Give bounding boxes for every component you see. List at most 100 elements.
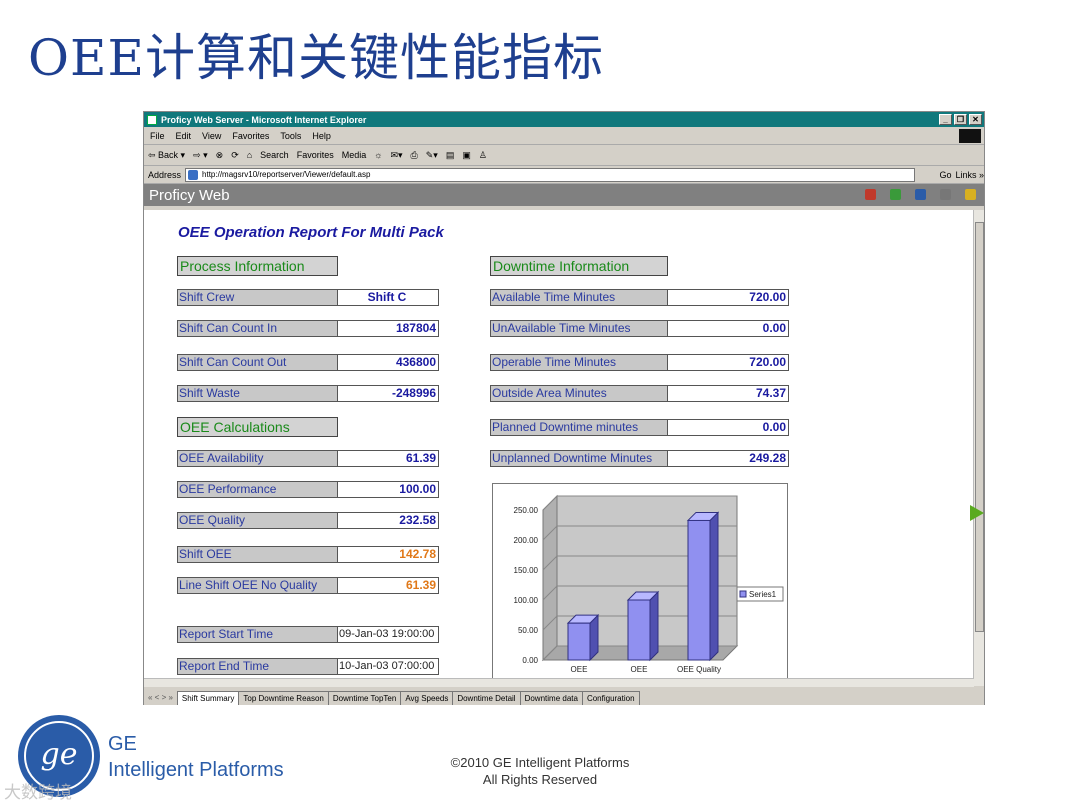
y-tick-label: 200.00 — [514, 536, 539, 545]
y-tick-label: 250.00 — [514, 506, 539, 515]
scroll-thumb[interactable] — [975, 222, 984, 632]
maximize-button[interactable]: ❐ — [954, 114, 967, 125]
field-label: Line Shift OEE No Quality — [177, 577, 338, 594]
home-icon[interactable]: ⌂ — [247, 150, 252, 160]
discuss-icon[interactable]: ▤ — [446, 150, 455, 161]
process-row: Shift Crew Shift C — [177, 289, 439, 306]
report-content: OEE Operation Report For Multi Pack Proc… — [144, 210, 974, 686]
downtime-row: Planned Downtime minutes 0.00 — [490, 419, 789, 436]
downtime-row: Unplanned Downtime Minutes 249.28 — [490, 450, 789, 467]
tab-downtime-data[interactable]: Downtime data — [519, 691, 583, 705]
bar — [687, 519, 711, 661]
history-icon[interactable]: ☼ — [374, 150, 382, 160]
links-button[interactable]: Links » — [955, 170, 984, 180]
clock-icon[interactable] — [865, 189, 876, 200]
field-label: Outside Area Minutes — [490, 385, 668, 402]
tab-downtime-topten[interactable]: Downtime TopTen — [327, 691, 402, 705]
field-label: Report End Time — [177, 658, 338, 675]
company-line1: GE — [108, 733, 137, 755]
time-row: Report End Time 10-Jan-03 07:00:00 — [177, 658, 439, 675]
y-tick-label: 150.00 — [514, 566, 539, 575]
process-info-header: Process Information — [177, 256, 338, 276]
field-value: 61.39 — [338, 577, 439, 594]
address-input[interactable]: http://magsrv10/reportserver/Viewer/defa… — [185, 167, 916, 182]
y-tick-label: 100.00 — [514, 596, 539, 605]
windows-logo-icon — [959, 129, 981, 143]
field-value: 142.78 — [338, 546, 439, 563]
menu-help[interactable]: Help — [312, 131, 331, 141]
field-label: Shift Can Count In — [177, 320, 338, 337]
field-label: Operable Time Minutes — [490, 354, 668, 371]
stop-icon[interactable]: ⊗ — [216, 150, 224, 161]
mail-icon[interactable]: ✉▾ — [390, 150, 402, 161]
watermark: 大数跨境 — [4, 783, 72, 802]
field-value: 720.00 — [668, 289, 789, 306]
downtime-row: Available Time Minutes 720.00 — [490, 289, 789, 306]
go-button[interactable]: Go — [939, 170, 951, 180]
key-icon[interactable] — [965, 189, 976, 200]
favorites-button[interactable]: Favorites — [297, 150, 334, 160]
calc-row: Shift OEE 142.78 — [177, 546, 439, 563]
bar — [627, 599, 651, 661]
field-value: 436800 — [338, 354, 439, 371]
menu-favorites[interactable]: Favorites — [232, 131, 269, 141]
field-value: 10-Jan-03 07:00:00 — [338, 658, 439, 675]
field-value: 74.37 — [668, 385, 789, 402]
printer-icon[interactable] — [940, 189, 951, 200]
field-value: 61.39 — [338, 450, 439, 467]
tab-top-downtime-reason[interactable]: Top Downtime Reason — [238, 691, 329, 705]
window-icon[interactable] — [915, 189, 926, 200]
calc-row: OEE Quality 232.58 — [177, 512, 439, 529]
bar-side — [649, 590, 659, 662]
field-value: 0.00 — [668, 320, 789, 337]
user-icon[interactable]: ♙ — [479, 150, 487, 161]
tab-nav-arrows[interactable]: « < > » — [148, 693, 177, 705]
search-button[interactable]: Search — [260, 150, 289, 160]
tab-downtime-detail[interactable]: Downtime Detail — [452, 691, 521, 705]
edit-icon[interactable]: ✎▾ — [426, 150, 438, 161]
browser-toolbar: ⇦ Back ▾ ⇨ ▾ ⊗ ⟳ ⌂ Search Favorites Medi… — [144, 145, 984, 166]
copyright-line1: ©2010 GE Intelligent Platforms — [450, 755, 630, 770]
close-button[interactable]: ✕ — [969, 114, 982, 125]
menu-edit[interactable]: Edit — [176, 131, 192, 141]
tab-configuration[interactable]: Configuration — [581, 691, 640, 705]
mouse-cursor-icon — [970, 505, 984, 521]
minimize-button[interactable]: _ — [939, 114, 952, 125]
tab-avg-speeds[interactable]: Avg Speeds — [400, 691, 454, 705]
app-header: Proficy Web — [144, 184, 984, 206]
x-tick-label: OEE Quality — [677, 665, 721, 674]
forward-button[interactable]: ⇨ ▾ — [193, 150, 208, 161]
menu-tools[interactable]: Tools — [280, 131, 301, 141]
field-value: Shift C — [338, 289, 439, 306]
browser-window: Proficy Web Server - Microsoft Internet … — [143, 111, 985, 705]
calc-row: Line Shift OEE No Quality 61.39 — [177, 577, 439, 594]
media-button[interactable]: Media — [342, 150, 367, 160]
address-label: Address — [148, 169, 182, 180]
window-title: Proficy Web Server - Microsoft Internet … — [161, 114, 367, 125]
address-bar: Address http://magsrv10/reportserver/Vie… — [144, 166, 984, 184]
horizontal-scrollbar[interactable] — [144, 678, 974, 687]
menu-view[interactable]: View — [202, 131, 221, 141]
document-icon[interactable] — [890, 189, 901, 200]
field-label: OEE Availability — [177, 450, 338, 467]
back-button[interactable]: ⇦ Back ▾ — [148, 150, 185, 161]
menu-file[interactable]: File — [150, 131, 165, 141]
slide-title: OEE计算和关键性能指标 — [28, 29, 604, 87]
tab-shift-summary[interactable]: Shift Summary — [176, 691, 240, 705]
app-name: Proficy Web — [149, 186, 230, 204]
messenger-icon[interactable]: ▣ — [462, 150, 471, 161]
bar-side — [709, 511, 719, 662]
field-label: Unplanned Downtime Minutes — [490, 450, 668, 467]
chart-side-wall — [542, 494, 558, 662]
refresh-icon[interactable]: ⟳ — [231, 150, 239, 161]
field-value: 09-Jan-03 19:00:00 — [338, 626, 439, 643]
print-icon[interactable]: ⎙ — [411, 150, 418, 161]
calc-row: OEE Performance 100.00 — [177, 481, 439, 498]
process-row: Shift Can Count Out 436800 — [177, 354, 439, 371]
field-value: 720.00 — [668, 354, 789, 371]
company-name: GE Intelligent Platforms — [108, 731, 284, 783]
vertical-scrollbar[interactable] — [973, 210, 984, 686]
field-value: 249.28 — [668, 450, 789, 467]
window-titlebar: Proficy Web Server - Microsoft Internet … — [144, 112, 984, 127]
copyright-line2: All Rights Reserved — [482, 772, 598, 787]
